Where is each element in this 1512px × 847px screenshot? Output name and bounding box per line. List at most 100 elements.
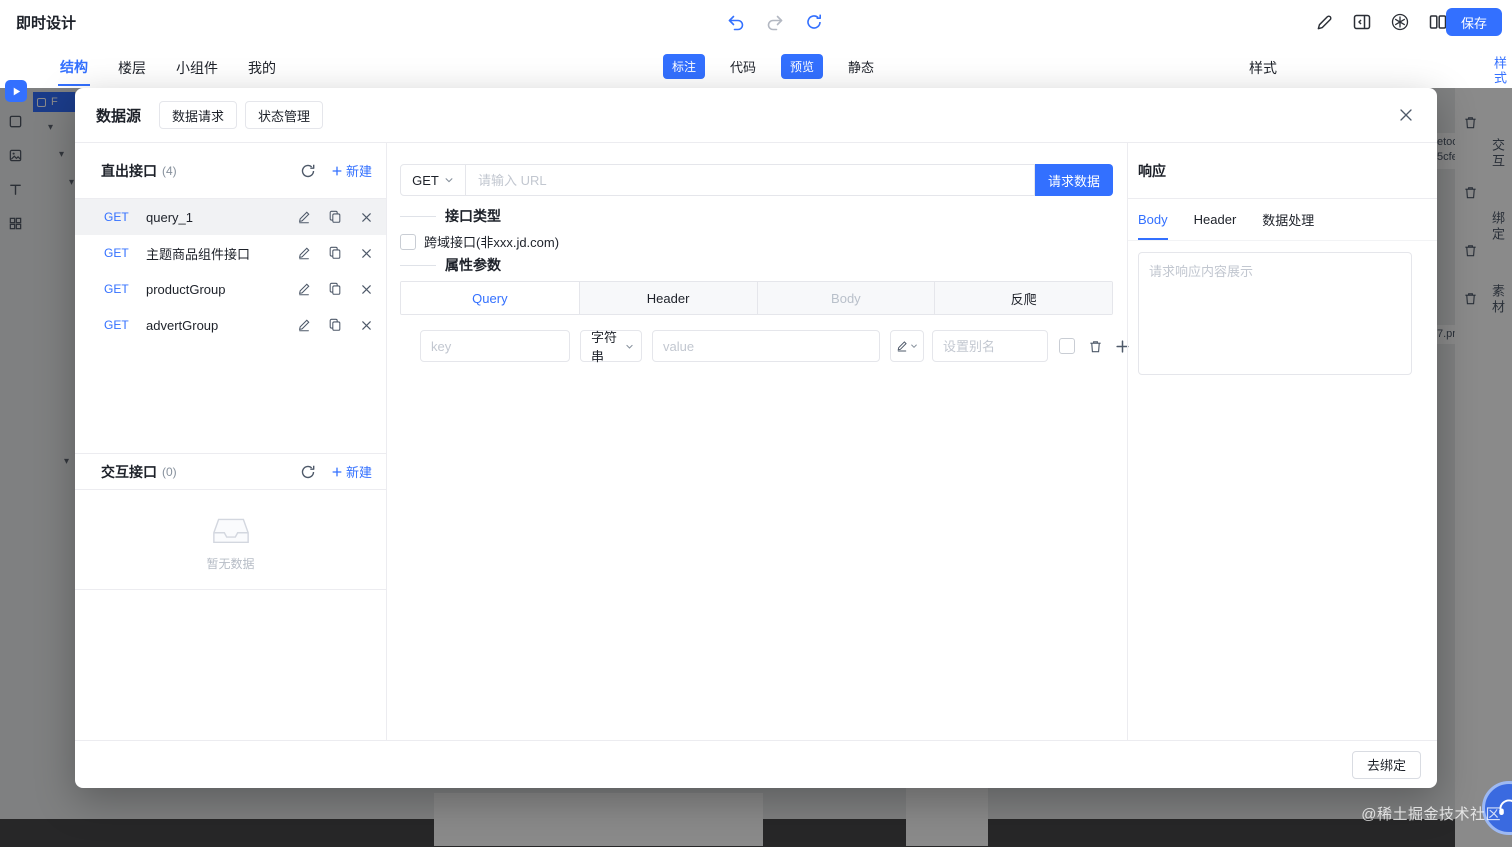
mode-preview[interactable]: 预览 [781, 54, 823, 79]
response-tab-dataprocess[interactable]: 数据处理 [1262, 199, 1314, 240]
tab-floors[interactable]: 楼层 [116, 47, 148, 85]
param-key-input[interactable] [420, 330, 570, 362]
text-tool-icon[interactable] [8, 182, 24, 198]
param-tab-query[interactable]: Query [401, 282, 579, 314]
save-button[interactable]: 保存 [1446, 8, 1502, 36]
param-checkbox[interactable] [1059, 338, 1075, 354]
edit-icon[interactable] [296, 245, 312, 261]
components-tool-icon[interactable] [8, 216, 24, 232]
panel-toggle-icon[interactable] [1350, 10, 1374, 34]
plus-icon [331, 466, 343, 478]
empty-box-icon [208, 508, 254, 548]
mode-static[interactable]: 静态 [848, 57, 874, 76]
params-label: 属性参数 [445, 255, 501, 275]
direct-api-title: 直出接口 [101, 161, 157, 181]
refresh-icon[interactable] [299, 162, 317, 180]
param-row: 字符串 [420, 330, 1130, 362]
edit-icon[interactable] [296, 317, 312, 333]
rail-tab-style[interactable]: 样式 [1490, 56, 1509, 86]
api-method: GET [104, 210, 138, 224]
go-bind-button[interactable]: 去绑定 [1352, 751, 1421, 779]
new-interactive-api-button[interactable]: 新建 [331, 462, 372, 481]
response-panel: 响应 Body Header 数据处理 [1127, 143, 1437, 740]
param-type-select[interactable]: 字符串 [580, 330, 642, 362]
edit-icon[interactable] [296, 209, 312, 225]
request-bar: GET 请求数据 [400, 164, 1113, 196]
copy-icon[interactable] [327, 281, 343, 297]
api-row-actions [296, 245, 374, 261]
api-list: GET query_1 GET 主题商品组件接口 [75, 199, 386, 343]
api-method: GET [104, 318, 138, 332]
redo-icon[interactable] [763, 10, 787, 34]
response-tab-body[interactable]: Body [1138, 199, 1168, 240]
tab-structure[interactable]: 结构 [58, 46, 90, 86]
response-title: 响应 [1128, 143, 1437, 199]
plugin-logo-icon[interactable] [1388, 10, 1412, 34]
param-tab-anticrawl[interactable]: 反爬 [934, 282, 1112, 314]
delete-icon[interactable] [358, 281, 374, 297]
copy-icon[interactable] [327, 209, 343, 225]
app-title: 即时设计 [16, 12, 76, 33]
delete-icon[interactable] [358, 245, 374, 261]
request-config-panel: GET 请求数据 接口类型 跨域接口(非xxx.jd.com) 属性参 [387, 143, 1127, 740]
api-name: advertGroup [146, 318, 288, 333]
param-tab-body[interactable]: Body [757, 282, 935, 314]
reset-icon[interactable] [802, 10, 826, 34]
style-panel-title: 样式 [1249, 58, 1277, 78]
copy-icon[interactable] [327, 245, 343, 261]
response-content-area[interactable] [1138, 252, 1412, 375]
cross-domain-checkbox[interactable] [400, 234, 416, 250]
param-value-input[interactable] [652, 330, 880, 362]
modal-footer: 去绑定 [75, 740, 1437, 788]
api-row[interactable]: GET advertGroup [75, 307, 386, 343]
frame-tool-icon[interactable] [8, 114, 24, 130]
undo-icon[interactable] [724, 10, 748, 34]
modal-tab-datasource[interactable]: 数据源 [96, 105, 141, 126]
play-button[interactable] [5, 80, 27, 102]
close-icon[interactable] [1395, 104, 1417, 126]
method-value: GET [412, 173, 439, 188]
api-list-panel: 直出接口 (4) 新建 GET qu [75, 143, 387, 740]
interactive-api-title: 交互接口 [101, 462, 157, 482]
modal-tab-statemanage[interactable]: 状态管理 [245, 101, 323, 129]
interface-type-section: 接口类型 [400, 206, 501, 226]
app-topbar: 即时设计 保存 [0, 0, 1512, 44]
direct-api-actions: 新建 [299, 161, 372, 180]
tab-widgets[interactable]: 小组件 [174, 47, 220, 85]
delete-icon[interactable] [358, 209, 374, 225]
edit-icon[interactable] [296, 281, 312, 297]
param-edit-select[interactable] [890, 330, 924, 362]
mode-code[interactable]: 代码 [730, 57, 756, 76]
interface-type-label: 接口类型 [445, 206, 501, 226]
api-name: 主题商品组件接口 [146, 244, 288, 263]
mode-annotate[interactable]: 标注 [663, 54, 705, 79]
api-row[interactable]: GET 主题商品组件接口 [75, 235, 386, 271]
history-controls [724, 10, 826, 34]
section-dash [400, 265, 436, 266]
param-tab-header[interactable]: Header [579, 282, 757, 314]
method-select[interactable]: GET [400, 164, 466, 196]
pen-tool-icon[interactable] [1312, 10, 1336, 34]
cross-domain-option[interactable]: 跨域接口(非xxx.jd.com) [400, 232, 559, 251]
url-input[interactable] [466, 164, 1035, 196]
new-direct-api-button[interactable]: 新建 [331, 161, 372, 180]
api-row[interactable]: GET productGroup [75, 271, 386, 307]
chevron-down-icon [910, 342, 918, 350]
request-data-button[interactable]: 请求数据 [1035, 164, 1113, 196]
trash-icon[interactable] [1087, 338, 1103, 354]
play-icon [11, 86, 22, 97]
delete-icon[interactable] [358, 317, 374, 333]
topbar-tools [1312, 10, 1450, 34]
modal-body: 直出接口 (4) 新建 GET qu [75, 143, 1437, 740]
refresh-icon[interactable] [299, 463, 317, 481]
copy-icon[interactable] [327, 317, 343, 333]
image-tool-icon[interactable] [8, 148, 24, 164]
tab-mine[interactable]: 我的 [246, 47, 278, 85]
params-section: 属性参数 [400, 255, 501, 275]
api-row[interactable]: GET query_1 [75, 199, 386, 235]
modal-header: 数据源 数据请求 状态管理 [75, 88, 1437, 143]
response-tab-header[interactable]: Header [1194, 199, 1237, 240]
modal-tab-datarequest[interactable]: 数据请求 [159, 101, 237, 129]
empty-state: 暂无数据 [75, 490, 386, 590]
param-alias-input[interactable] [932, 330, 1048, 362]
